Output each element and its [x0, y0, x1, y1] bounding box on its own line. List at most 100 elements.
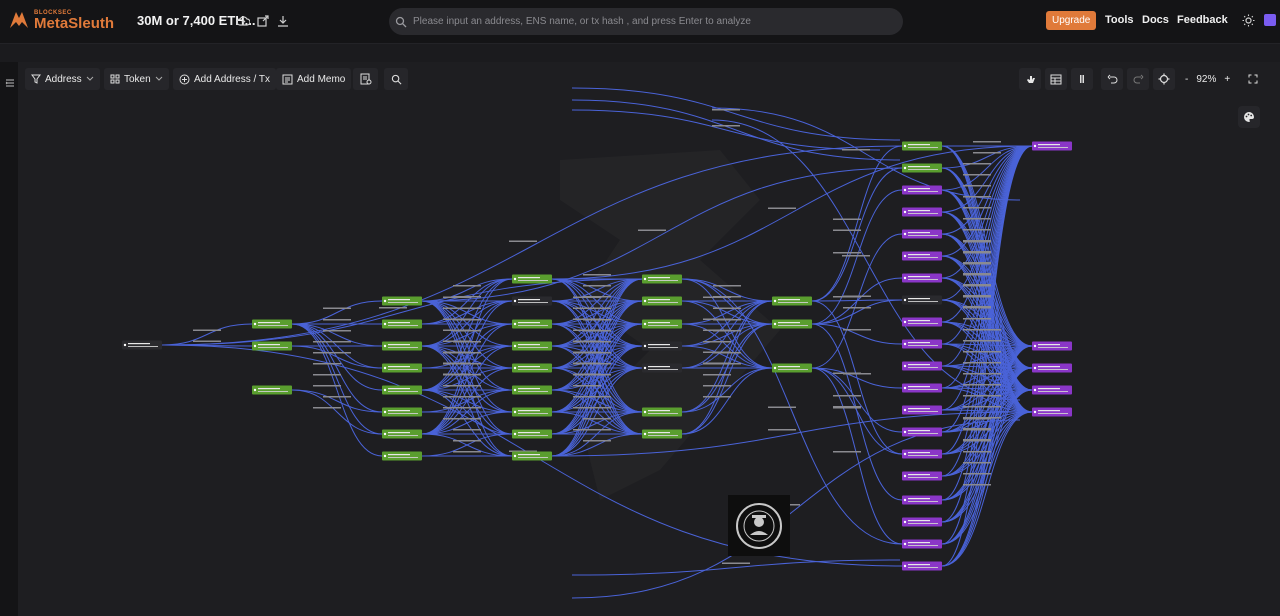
- address-node-box[interactable]: [902, 185, 942, 195]
- address-node-box[interactable]: [642, 341, 682, 351]
- transfer-edge[interactable]: [163, 145, 903, 346]
- address-node-box[interactable]: [902, 471, 942, 481]
- recenter-button[interactable]: [1153, 68, 1175, 90]
- address-node[interactable]: [902, 405, 942, 415]
- address-node[interactable]: [382, 385, 422, 395]
- address-node-box[interactable]: [902, 273, 942, 283]
- address-node[interactable]: [642, 363, 682, 373]
- address-node[interactable]: [382, 429, 422, 439]
- nav-tools[interactable]: Tools: [1105, 14, 1134, 26]
- transfer-edge[interactable]: [811, 167, 903, 302]
- address-node[interactable]: [772, 319, 812, 329]
- address-node[interactable]: [902, 517, 942, 527]
- address-node[interactable]: [902, 207, 942, 217]
- address-node-box[interactable]: [512, 385, 552, 395]
- zoom-in-button[interactable]: +: [1224, 74, 1230, 85]
- address-node[interactable]: [1032, 385, 1072, 395]
- address-node-box[interactable]: [902, 383, 942, 393]
- address-node[interactable]: [902, 539, 942, 549]
- address-node-box[interactable]: [1032, 341, 1072, 351]
- download-icon[interactable]: [276, 14, 290, 28]
- address-node[interactable]: [902, 427, 942, 437]
- address-node-box[interactable]: [642, 274, 682, 284]
- address-node-box[interactable]: [382, 407, 422, 417]
- address-node-box[interactable]: [642, 407, 682, 417]
- address-node-box[interactable]: [512, 429, 552, 439]
- address-node[interactable]: [902, 251, 942, 261]
- address-node-box[interactable]: [902, 163, 942, 173]
- address-node[interactable]: [512, 296, 552, 306]
- address-node-box[interactable]: [772, 296, 812, 306]
- theme-palette-button[interactable]: [1238, 106, 1260, 128]
- transaction-flow-graph[interactable]: [18, 62, 1280, 616]
- table-view-button[interactable]: [1045, 68, 1067, 90]
- address-node[interactable]: [902, 229, 942, 239]
- zoom-out-button[interactable]: -: [1185, 74, 1188, 85]
- address-node-box[interactable]: [902, 207, 942, 217]
- cloud-upload-icon[interactable]: [236, 14, 250, 28]
- address-node-box[interactable]: [902, 405, 942, 415]
- address-node-box[interactable]: [382, 363, 422, 373]
- nav-feedback[interactable]: Feedback: [1177, 14, 1228, 26]
- transfer-edge[interactable]: [571, 559, 901, 576]
- token-filter-button[interactable]: Token: [104, 68, 169, 90]
- address-node[interactable]: [902, 361, 942, 371]
- address-node[interactable]: [122, 340, 162, 350]
- address-node-box[interactable]: [382, 319, 422, 329]
- address-node[interactable]: [382, 296, 422, 306]
- address-node[interactable]: [902, 383, 942, 393]
- address-node-box[interactable]: [902, 361, 942, 371]
- address-node[interactable]: [512, 407, 552, 417]
- transfer-edge[interactable]: [811, 367, 903, 545]
- address-node-box[interactable]: [902, 251, 942, 261]
- transfer-edge[interactable]: [811, 367, 903, 455]
- address-node[interactable]: [382, 341, 422, 351]
- address-node-box[interactable]: [512, 451, 552, 461]
- transfer-edge[interactable]: [291, 323, 383, 435]
- address-node-box[interactable]: [902, 317, 942, 327]
- address-filter-button[interactable]: Address: [25, 68, 100, 90]
- redo-button[interactable]: [1127, 68, 1149, 90]
- address-node-box[interactable]: [642, 296, 682, 306]
- address-node[interactable]: [642, 429, 682, 439]
- address-node[interactable]: [642, 407, 682, 417]
- address-node-box[interactable]: [122, 340, 162, 350]
- address-node[interactable]: [252, 341, 292, 351]
- add-address-button[interactable]: Add Address / Tx: [173, 68, 276, 90]
- sun-icon[interactable]: [1242, 14, 1255, 27]
- transfer-edge[interactable]: [571, 109, 881, 151]
- address-node-box[interactable]: [642, 319, 682, 329]
- transfer-edge[interactable]: [291, 345, 383, 369]
- address-node[interactable]: [1032, 341, 1072, 351]
- address-node[interactable]: [902, 141, 942, 151]
- address-node[interactable]: [512, 363, 552, 373]
- address-node-box[interactable]: [512, 274, 552, 284]
- address-node-box[interactable]: [1032, 141, 1072, 151]
- address-node[interactable]: [642, 274, 682, 284]
- address-node[interactable]: [1032, 141, 1072, 151]
- address-node-box[interactable]: [902, 561, 942, 571]
- address-node-box[interactable]: [772, 363, 812, 373]
- address-node[interactable]: [382, 319, 422, 329]
- brand-logo[interactable]: BLOCKSEC MetaSleuth: [8, 8, 114, 32]
- address-node[interactable]: [772, 363, 812, 373]
- address-node[interactable]: [902, 295, 942, 305]
- transfer-edge[interactable]: [291, 323, 383, 413]
- address-node[interactable]: [382, 363, 422, 373]
- address-node-box[interactable]: [902, 295, 942, 305]
- address-node-box[interactable]: [512, 319, 552, 329]
- search-input[interactable]: [413, 16, 893, 27]
- transfer-edge[interactable]: [811, 189, 903, 325]
- avatar[interactable]: [1264, 14, 1276, 26]
- address-node[interactable]: [902, 185, 942, 195]
- address-node[interactable]: [772, 296, 812, 306]
- address-node[interactable]: [642, 296, 682, 306]
- upgrade-button[interactable]: Upgrade: [1046, 11, 1097, 30]
- address-node-box[interactable]: [902, 539, 942, 549]
- address-node[interactable]: [642, 341, 682, 351]
- address-node-box[interactable]: [382, 451, 422, 461]
- address-node-box[interactable]: [1032, 385, 1072, 395]
- expand-panel-icon[interactable]: [5, 78, 15, 88]
- address-node-box[interactable]: [512, 363, 552, 373]
- address-node-box[interactable]: [1032, 407, 1072, 417]
